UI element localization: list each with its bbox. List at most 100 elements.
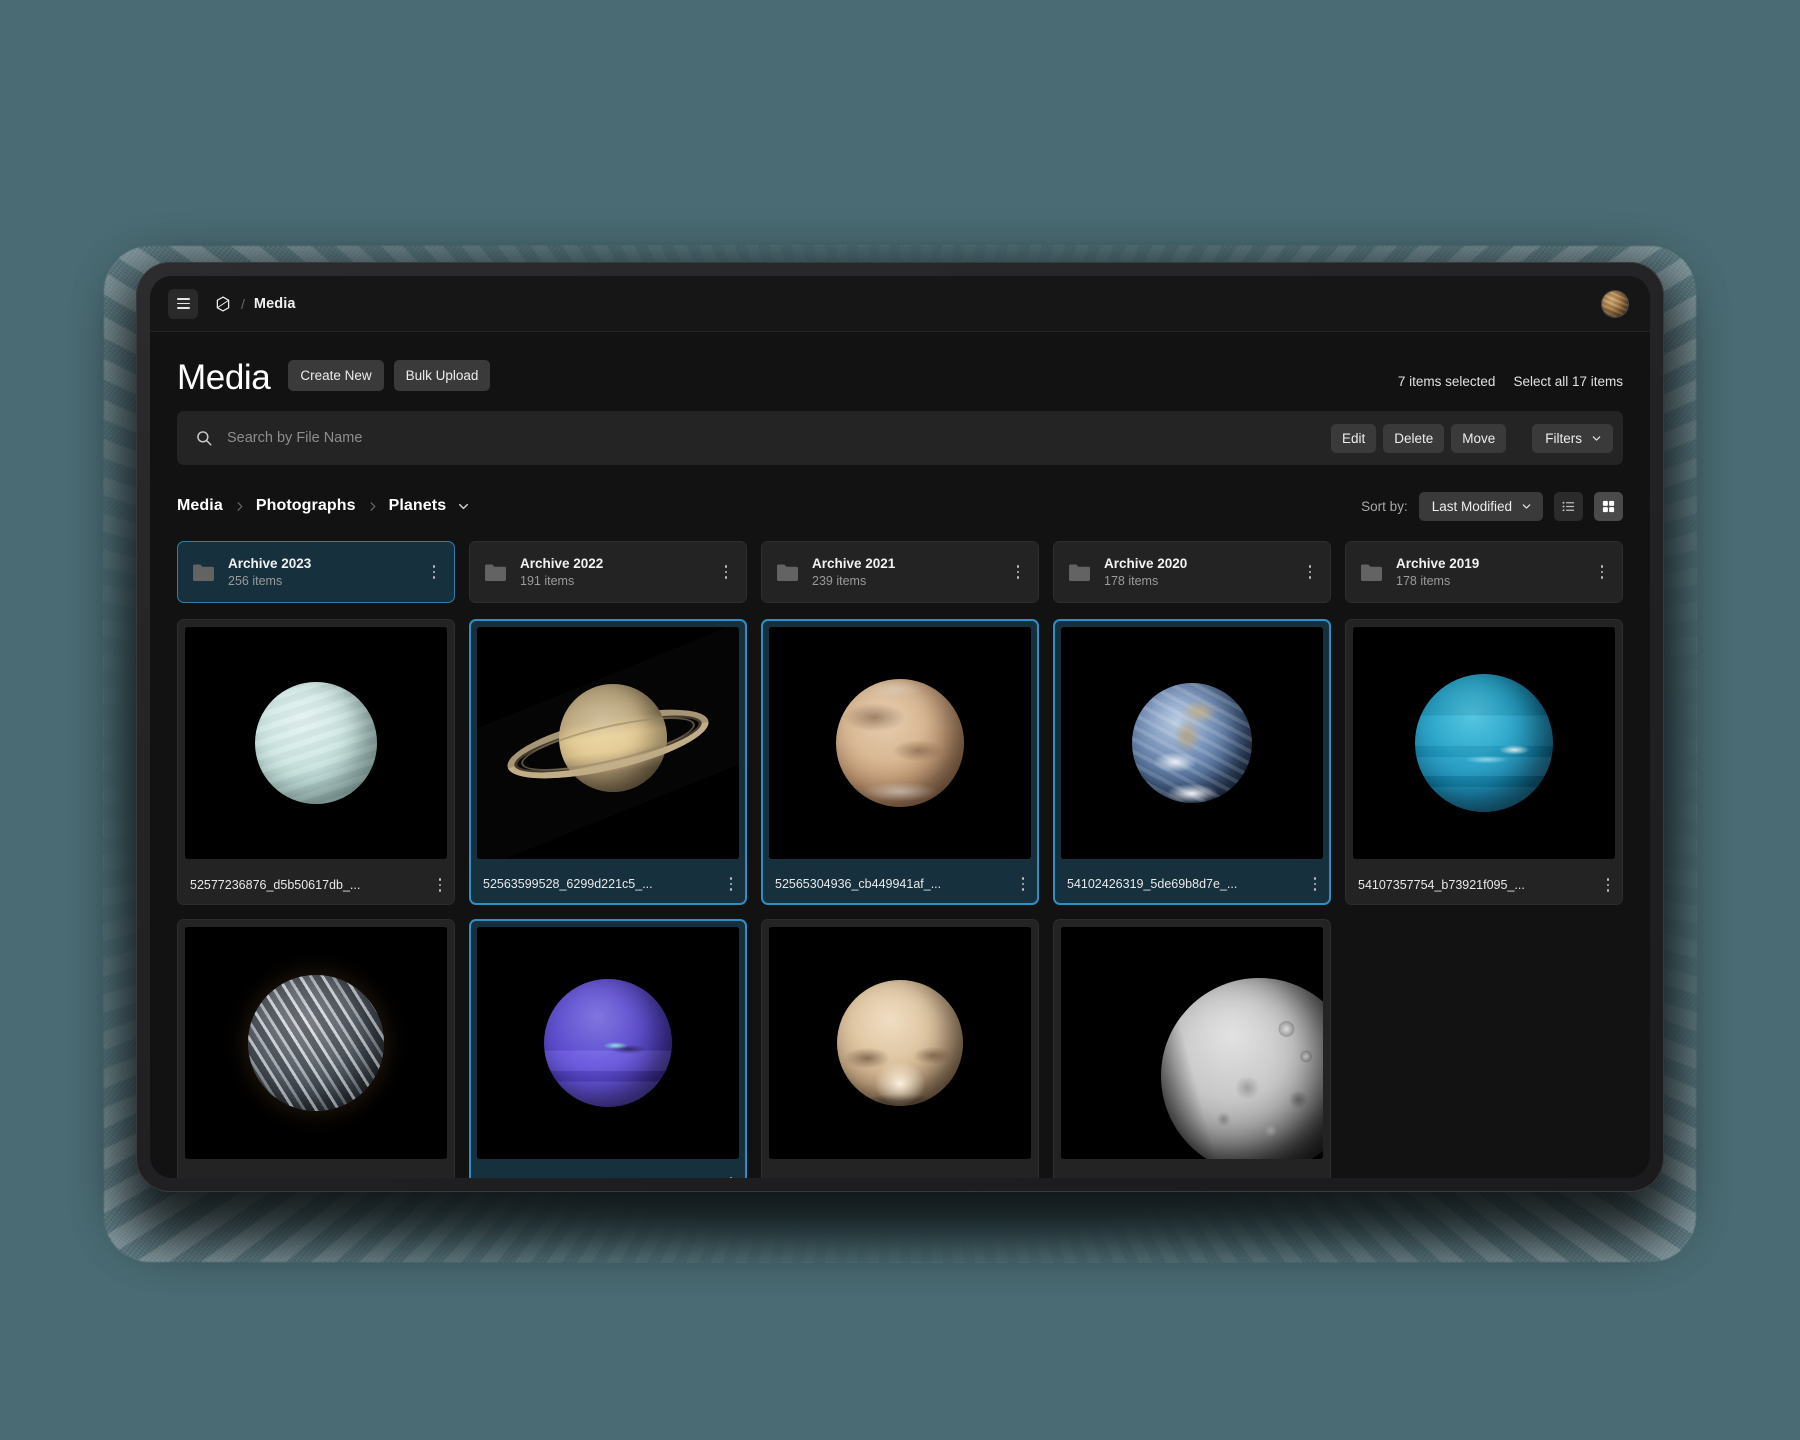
page-content: Media Create New Bulk Upload 7 items sel… bbox=[150, 332, 1650, 1178]
folder-name: Archive 2021 bbox=[812, 556, 896, 571]
move-button[interactable]: Move bbox=[1451, 423, 1507, 453]
file-menu-icon[interactable] bbox=[723, 873, 739, 895]
folder-count: 239 items bbox=[812, 574, 867, 588]
media-tile-neptune-violet[interactable] bbox=[469, 919, 747, 1178]
filters-dropdown[interactable]: Filters bbox=[1532, 423, 1613, 453]
thumbnail-pluto bbox=[769, 927, 1031, 1159]
folder-meta: Archive 2023 256 items bbox=[228, 556, 311, 588]
folder-name: Archive 2019 bbox=[1396, 556, 1480, 571]
media-tile-uranus[interactable]: 52577236876_d5b50617db_... bbox=[177, 619, 455, 905]
folder-card-archive-2023[interactable]: Archive 2023 256 items bbox=[177, 541, 455, 603]
file-name: 52577236876_d5b50617db_... bbox=[190, 878, 361, 892]
grid-empty-cell bbox=[1345, 919, 1623, 1178]
media-tile-venus[interactable] bbox=[177, 919, 455, 1178]
file-name: 52563599528_6299d221c5_... bbox=[483, 877, 653, 891]
file-menu-icon[interactable] bbox=[432, 1174, 448, 1178]
file-menu-icon[interactable] bbox=[1307, 873, 1323, 895]
sort-by-label: Sort by: bbox=[1361, 498, 1408, 514]
media-tile-neptune-blue[interactable]: 54107357754_b73921f095_... bbox=[1345, 619, 1623, 905]
breadcrumb-media[interactable]: Media bbox=[254, 296, 296, 312]
avatar[interactable] bbox=[1602, 290, 1628, 317]
folder-meta: Archive 2019 178 items bbox=[1396, 556, 1479, 588]
media-tile-footer bbox=[1054, 1166, 1330, 1178]
breadcrumb-item-photographs[interactable]: Photographs bbox=[256, 497, 356, 515]
thumbnail-neptune-blue bbox=[1353, 627, 1615, 859]
sort-dropdown[interactable]: Last Modified bbox=[1418, 491, 1543, 521]
chevron-right-icon-2 bbox=[367, 501, 378, 512]
screen: / Media Media Create New Bulk Upload 7 i… bbox=[150, 276, 1650, 1178]
sort-value: Last Modified bbox=[1431, 498, 1512, 514]
folder-menu-icon[interactable] bbox=[718, 561, 734, 583]
folder-count: 178 items bbox=[1396, 574, 1451, 588]
folder-card-archive-2020[interactable]: Archive 2020 178 items bbox=[1053, 541, 1331, 603]
list-view-icon[interactable] bbox=[1554, 491, 1583, 521]
media-tile-pluto[interactable] bbox=[761, 919, 1039, 1178]
edit-button[interactable]: Edit bbox=[1330, 423, 1377, 453]
media-tile-footer: 52563599528_6299d221c5_... bbox=[471, 865, 745, 903]
breadcrumb-chevron-down-icon[interactable] bbox=[457, 500, 470, 513]
selection-status: 7 items selected Select all 17 items bbox=[1398, 374, 1623, 395]
breadcrumb-item-media[interactable]: Media bbox=[177, 497, 223, 515]
media-tile-footer bbox=[762, 1166, 1038, 1178]
select-all-link[interactable]: Select all 17 items bbox=[1513, 374, 1623, 389]
search-icon bbox=[197, 431, 212, 446]
folder-menu-icon[interactable] bbox=[1302, 561, 1318, 583]
breadcrumb: / Media bbox=[214, 295, 295, 313]
tablet-device-frame: / Media Media Create New Bulk Upload 7 i… bbox=[136, 262, 1664, 1192]
folder-breadcrumb-row: Media Photographs Planets Sort by: Last … bbox=[177, 485, 1623, 527]
folder-card-archive-2022[interactable]: Archive 2022 191 items bbox=[469, 541, 747, 603]
create-new-button[interactable]: Create New bbox=[288, 360, 384, 391]
folder-icon bbox=[1069, 564, 1090, 581]
thumbnail-neptune-violet bbox=[477, 927, 739, 1159]
items-selected-count: 7 items selected bbox=[1397, 374, 1496, 389]
breadcrumb-separator: / bbox=[241, 295, 245, 312]
media-tile-footer: 52565304936_cb449941af_... bbox=[763, 865, 1037, 903]
search-input[interactable] bbox=[227, 430, 1331, 446]
folder-count: 191 items bbox=[520, 574, 575, 588]
media-tile-earth[interactable]: 54102426319_5de69b8d7e_... bbox=[1053, 619, 1331, 905]
planet-neptune-blue bbox=[1415, 674, 1553, 812]
media-tile-footer bbox=[178, 1166, 454, 1178]
file-menu-icon[interactable] bbox=[1016, 1174, 1032, 1178]
thumbnail-venus bbox=[185, 927, 447, 1159]
file-name: 54107357754_b73921f095_... bbox=[1358, 878, 1525, 892]
folder-count: 178 items bbox=[1104, 574, 1159, 588]
folder-name: Archive 2022 bbox=[520, 556, 604, 571]
hamburger-icon[interactable] bbox=[168, 288, 198, 319]
bulk-upload-button[interactable]: Bulk Upload bbox=[393, 360, 491, 391]
folder-menu-icon[interactable] bbox=[426, 561, 442, 583]
media-tile-moon[interactable] bbox=[1053, 919, 1331, 1178]
planet-saturn bbox=[501, 668, 715, 818]
planet-pluto bbox=[837, 980, 963, 1106]
media-tile-saturn[interactable]: 52563599528_6299d221c5_... bbox=[469, 619, 747, 905]
thumbnail-earth bbox=[1061, 627, 1323, 859]
file-menu-icon[interactable] bbox=[1600, 874, 1616, 896]
file-menu-icon[interactable] bbox=[723, 1173, 739, 1178]
folder-list: Archive 2023 256 items Archive 2022 191 … bbox=[177, 541, 1623, 603]
folder-card-archive-2021[interactable]: Archive 2021 239 items bbox=[761, 541, 1039, 603]
file-menu-icon[interactable] bbox=[1308, 1174, 1324, 1178]
top-bar: / Media bbox=[150, 276, 1650, 332]
breadcrumb-item-planets[interactable]: Planets bbox=[389, 497, 447, 515]
folder-name: Archive 2020 bbox=[1104, 556, 1188, 571]
grid-view-icon[interactable] bbox=[1594, 491, 1623, 521]
file-menu-icon[interactable] bbox=[1015, 873, 1031, 895]
folder-meta: Archive 2021 239 items bbox=[812, 556, 895, 588]
thumbnail-mars bbox=[769, 627, 1031, 859]
media-grid: 52577236876_d5b50617db_... 52563599528_6… bbox=[177, 619, 1623, 1178]
page-header: Media Create New Bulk Upload 7 items sel… bbox=[177, 332, 1623, 411]
folder-card-archive-2019[interactable]: Archive 2019 178 items bbox=[1345, 541, 1623, 603]
page-title: Media bbox=[177, 358, 271, 397]
folder-menu-icon[interactable] bbox=[1594, 561, 1610, 583]
folder-count: 256 items bbox=[228, 574, 283, 588]
planet-uranus bbox=[255, 682, 377, 804]
media-tile-mars[interactable]: 52565304936_cb449941af_... bbox=[761, 619, 1039, 905]
search-bar: Edit Delete Move Filters bbox=[177, 411, 1623, 465]
app-logo-icon[interactable] bbox=[214, 295, 232, 313]
folder-menu-icon[interactable] bbox=[1010, 561, 1026, 583]
chevron-down-icon bbox=[1592, 435, 1601, 441]
file-menu-icon[interactable] bbox=[432, 874, 448, 896]
folder-icon bbox=[1361, 564, 1382, 581]
file-name: 52565304936_cb449941af_... bbox=[775, 877, 942, 891]
delete-button[interactable]: Delete bbox=[1383, 423, 1445, 453]
